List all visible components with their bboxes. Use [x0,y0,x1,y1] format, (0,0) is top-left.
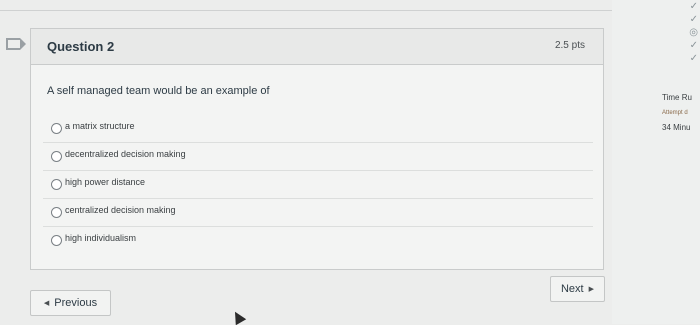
timer-note: Attempt d [662,110,688,116]
question-status-list: ✓ ✓ ◎ ✓ ✓ [676,0,698,65]
question-card: Question 2 2.5 pts A self managed team w… [30,28,604,270]
chevron-left-icon: ◀ [43,300,50,307]
answer-label[interactable]: high power distance [65,177,145,187]
radio-button[interactable] [51,207,62,218]
answer-option[interactable]: decentralized decision making [43,142,593,170]
answer-option[interactable]: high individualism [43,226,593,254]
answer-option[interactable]: high power distance [43,170,593,198]
answer-option[interactable]: centralized decision making [43,198,593,226]
check-icon[interactable]: ✓ [676,39,698,52]
timer-value: 34 Minu [662,123,691,132]
flag-question-icon[interactable] [6,38,26,50]
mouse-cursor-icon [229,308,247,325]
circle-icon[interactable]: ◎ [676,26,698,39]
question-header: Question 2 2.5 pts [31,29,603,65]
check-icon[interactable]: ✓ [676,13,698,26]
check-icon[interactable]: ✓ [676,0,698,13]
radio-button[interactable] [51,179,62,190]
top-divider [0,10,640,11]
next-button[interactable]: Next ▶ [550,276,605,302]
previous-button[interactable]: ◀ Previous [30,290,111,316]
answer-label[interactable]: centralized decision making [65,205,176,215]
question-title: Question 2 [47,39,115,54]
previous-label: Previous [54,297,98,309]
answer-label[interactable]: a matrix structure [65,121,135,131]
check-icon[interactable]: ✓ [676,52,698,65]
answer-option[interactable]: a matrix structure [43,115,593,142]
question-points: 2.5 pts [554,40,585,51]
chevron-right-icon: ▶ [588,286,594,293]
answer-label[interactable]: high individualism [65,233,136,243]
radio-button[interactable] [51,123,62,134]
timer-title: Time Ru [662,93,692,102]
next-label: Next [560,283,584,295]
quiz-sidebar: ✓ ✓ ◎ ✓ ✓ Time Ru Attempt d 34 Minu [612,0,700,324]
answer-label[interactable]: decentralized decision making [65,149,186,159]
answer-list: a matrix structure decentralized decisio… [43,115,593,254]
radio-button[interactable] [51,151,62,162]
radio-button[interactable] [51,235,62,246]
question-text: A self managed team would be an example … [47,85,270,97]
